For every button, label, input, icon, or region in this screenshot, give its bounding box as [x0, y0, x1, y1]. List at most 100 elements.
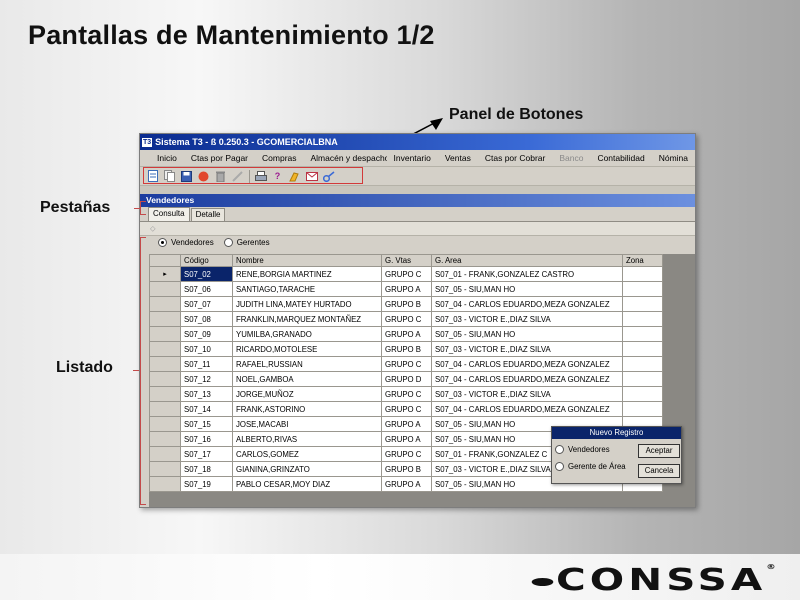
row-indicator[interactable] [149, 431, 181, 447]
column-nombre[interactable]: Nombre [232, 254, 382, 267]
cell-zona[interactable] [622, 281, 663, 297]
cell-nombre[interactable]: ALBERTO,RIVAS [232, 431, 382, 447]
cell-codigo[interactable]: S07_11 [180, 356, 233, 372]
menu-inventario[interactable]: Inventario [387, 153, 438, 163]
row-indicator[interactable] [149, 326, 181, 342]
table-row[interactable]: ▸ S07_02 RENE,BORGIA MARTINEZ GRUPO C S07_01… [149, 266, 663, 282]
tab-consulta[interactable]: Consulta [148, 207, 190, 221]
cell-g-vtas[interactable]: GRUPO C [381, 356, 432, 372]
column-zona[interactable]: Zona [622, 254, 663, 267]
menu-compras[interactable]: Compras [255, 153, 303, 163]
cell-codigo[interactable]: S07_18 [180, 461, 233, 477]
menu-ctas-por-pagar[interactable]: Ctas por Pagar [184, 153, 255, 163]
cell-g-area[interactable]: S07_04 - CARLOS EDUARDO,MEZA GONZALEZ [431, 296, 623, 312]
cell-g-area[interactable]: S07_04 - CARLOS EDUARDO,MEZA GONZALEZ [431, 356, 623, 372]
row-indicator[interactable] [149, 371, 181, 387]
column-codigo[interactable]: Código [180, 254, 233, 267]
cell-codigo[interactable]: S07_17 [180, 446, 233, 462]
cell-g-vtas[interactable]: GRUPO C [381, 311, 432, 327]
row-indicator[interactable] [149, 461, 181, 477]
cell-codigo[interactable]: S07_19 [180, 476, 233, 492]
cell-zona[interactable] [622, 356, 663, 372]
cell-nombre[interactable]: JOSE,MACABI [232, 416, 382, 432]
cell-codigo[interactable]: S07_06 [180, 281, 233, 297]
table-row[interactable]: S07_07 JUDITH LINA,MATEY HURTADO GRUPO B S0… [149, 296, 663, 312]
menu-contabilidad[interactable]: Contabilidad [590, 153, 651, 163]
row-indicator[interactable] [149, 296, 181, 312]
cell-g-area[interactable]: S07_04 - CARLOS EDUARDO,MEZA GONZALEZ [431, 371, 623, 387]
cell-zona[interactable] [622, 326, 663, 342]
row-indicator[interactable] [149, 356, 181, 372]
cell-g-vtas[interactable]: GRUPO C [381, 401, 432, 417]
cell-g-area[interactable]: S07_03 - VICTOR E.,DIAZ SILVA [431, 341, 623, 357]
row-indicator[interactable] [149, 311, 181, 327]
dialog-radio-vendedores[interactable] [555, 445, 564, 454]
cell-g-vtas[interactable]: GRUPO A [381, 476, 432, 492]
cell-nombre[interactable]: YUMILBA,GRANADO [232, 326, 382, 342]
cell-nombre[interactable]: JUDITH LINA,MATEY HURTADO [232, 296, 382, 312]
cell-g-area[interactable]: S07_01 - FRANK,GONZALEZ CASTRO [431, 266, 623, 282]
cell-nombre[interactable]: FRANKLIN,MARQUEZ MONTAÑEZ [232, 311, 382, 327]
menu-ctas-por-cobrar[interactable]: Ctas por Cobrar [478, 153, 552, 163]
menu-almacen[interactable]: Almacén y despacho [304, 153, 387, 163]
menu-ventas[interactable]: Ventas [438, 153, 478, 163]
cell-codigo[interactable]: S07_14 [180, 401, 233, 417]
cell-g-vtas[interactable]: GRUPO D [381, 371, 432, 387]
tab-detalle[interactable]: Detalle [190, 208, 226, 221]
row-indicator[interactable] [149, 416, 181, 432]
row-indicator[interactable]: ▸ [149, 266, 181, 282]
cell-nombre[interactable]: RENE,BORGIA MARTINEZ [232, 266, 382, 282]
dialog-option-gerente[interactable]: Gerente de Área [555, 462, 626, 471]
cell-zona[interactable] [622, 296, 663, 312]
cell-zona[interactable] [622, 371, 663, 387]
cell-zona[interactable] [622, 401, 663, 417]
cell-codigo[interactable]: S07_08 [180, 311, 233, 327]
cell-g-vtas[interactable]: GRUPO C [381, 446, 432, 462]
cell-g-vtas[interactable]: GRUPO B [381, 296, 432, 312]
cell-nombre[interactable]: RAFAEL,RUSSIAN [232, 356, 382, 372]
cell-nombre[interactable]: FRANK,ASTORINO [232, 401, 382, 417]
dialog-option-vendedores[interactable]: Vendedores [555, 445, 610, 454]
cell-codigo[interactable]: S07_15 [180, 416, 233, 432]
cell-g-area[interactable]: S07_03 - VICTOR E.,DIAZ SILVA [431, 311, 623, 327]
cell-g-vtas[interactable]: GRUPO A [381, 431, 432, 447]
cell-nombre[interactable]: GIANINA,GRINZATO [232, 461, 382, 477]
table-row[interactable]: S07_13 JORGE,MUÑOZ GRUPO C S07_03 - VICTOR … [149, 386, 663, 402]
cell-codigo[interactable]: S07_02 [180, 266, 233, 282]
navigate-icon[interactable]: ⬦ [150, 224, 156, 233]
cell-g-vtas[interactable]: GRUPO C [381, 266, 432, 282]
column-g-vtas[interactable]: G. Vtas [381, 254, 432, 267]
cell-g-area[interactable]: S07_05 - SIU,MAN HO [431, 281, 623, 297]
cell-zona[interactable] [622, 341, 663, 357]
cancel-button[interactable]: Cancela [638, 464, 680, 478]
cell-codigo[interactable]: S07_13 [180, 386, 233, 402]
radio-vendedores[interactable] [158, 238, 167, 247]
cell-zona[interactable] [622, 386, 663, 402]
table-row[interactable]: S07_10 RICARDO,MOTOLESE GRUPO B S07_03 - VI… [149, 341, 663, 357]
table-row[interactable]: S07_14 FRANK,ASTORINO GRUPO C S07_04 - CARL… [149, 401, 663, 417]
cell-codigo[interactable]: S07_09 [180, 326, 233, 342]
row-indicator[interactable] [149, 446, 181, 462]
row-indicator[interactable] [149, 386, 181, 402]
cell-zona[interactable] [622, 311, 663, 327]
cell-zona[interactable] [622, 266, 663, 282]
cell-codigo[interactable]: S07_16 [180, 431, 233, 447]
cell-g-area[interactable]: S07_03 - VICTOR E.,DIAZ SILVA [431, 386, 623, 402]
table-row[interactable]: S07_06 SANTIAGO,TARACHE GRUPO A S07_05 - SI… [149, 281, 663, 297]
table-row[interactable]: S07_12 NOEL,GAMBOA GRUPO D S07_04 - CARLOS … [149, 371, 663, 387]
cell-nombre[interactable]: CARLOS,GOMEZ [232, 446, 382, 462]
cell-g-vtas[interactable]: GRUPO A [381, 281, 432, 297]
cell-nombre[interactable]: PABLO CESAR,MOY DIAZ [232, 476, 382, 492]
cell-g-vtas[interactable]: GRUPO B [381, 461, 432, 477]
cell-g-area[interactable]: S07_05 - SIU,MAN HO [431, 326, 623, 342]
radio-gerentes[interactable] [223, 238, 233, 247]
cell-g-vtas[interactable]: GRUPO C [381, 386, 432, 402]
column-g-area[interactable]: G. Area [431, 254, 623, 267]
cell-g-vtas[interactable]: GRUPO A [381, 416, 432, 432]
cell-nombre[interactable]: RICARDO,MOTOLESE [232, 341, 382, 357]
cell-nombre[interactable]: JORGE,MUÑOZ [232, 386, 382, 402]
dialog-radio-gerente[interactable] [555, 462, 564, 471]
table-row[interactable]: S07_09 YUMILBA,GRANADO GRUPO A S07_05 - SIU… [149, 326, 663, 342]
cell-nombre[interactable]: SANTIAGO,TARACHE [232, 281, 382, 297]
row-indicator[interactable] [149, 281, 181, 297]
